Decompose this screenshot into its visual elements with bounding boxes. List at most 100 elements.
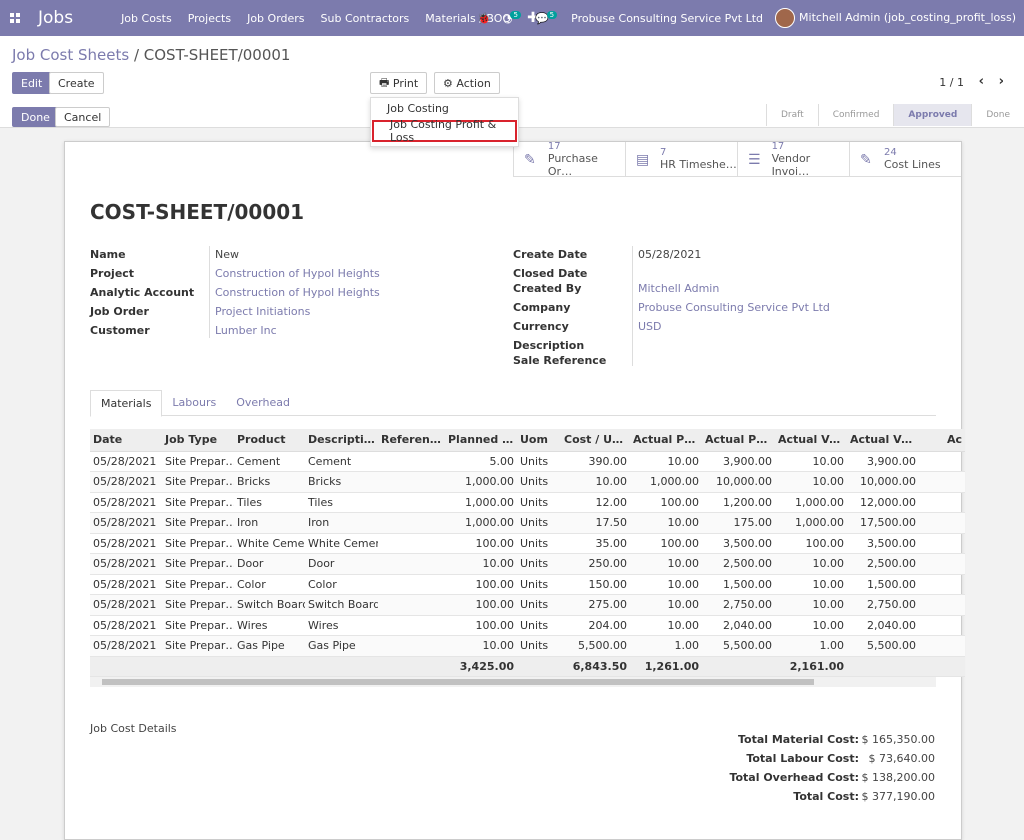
menu-job-orders[interactable]: Job Orders <box>239 12 312 25</box>
total-actual-purchase-qty: 1,261.00 <box>630 656 702 677</box>
tab-overhead[interactable]: Overhead <box>226 390 300 415</box>
table-cell: Site Prepar… <box>162 635 234 657</box>
field-value-analytic-account[interactable]: Construction of Hypol Heights <box>215 286 380 299</box>
smart-button-purchase-orders[interactable]: ✎ 17 Purchase Or… <box>513 141 625 178</box>
bug-icon[interactable]: 🐞 <box>477 12 491 25</box>
scrollbar-thumb[interactable] <box>102 679 814 685</box>
table-row[interactable]: 05/28/2021 Site Prepar… Iron Iron 1,000.00 Un… <box>90 512 965 534</box>
breadcrumb-parent[interactable]: Job Cost Sheets <box>12 46 129 64</box>
column-header[interactable]: Actual Pur… <box>702 429 775 452</box>
horizontal-scrollbar[interactable] <box>90 677 936 687</box>
print-item-profit-loss[interactable]: Job Costing Profit & Loss <box>372 118 517 144</box>
column-header[interactable]: Planned Qt… <box>445 429 517 452</box>
field-value-company[interactable]: Probuse Consulting Service Pvt Ltd <box>638 301 830 314</box>
table-cell: 390.00 <box>561 451 630 472</box>
gear-icon: ⚙ <box>443 76 457 90</box>
apps-menu-icon[interactable] <box>0 0 30 36</box>
table-row[interactable]: 05/28/2021 Site Prepar… Bricks Bricks 1,000.… <box>90 471 965 493</box>
company-switcher[interactable]: Probuse Consulting Service Pvt Ltd <box>571 12 763 25</box>
tab-materials[interactable]: Materials <box>90 390 163 417</box>
table-row[interactable]: 05/28/2021 Site Prepar… Door Door 10.00 Units… <box>90 553 965 575</box>
print-button[interactable]: 🖶 Print <box>370 72 428 94</box>
table-cell <box>378 492 445 513</box>
table-cell: Switch Board <box>305 594 378 616</box>
pager-value[interactable]: 1 / 1 <box>939 76 964 89</box>
table-cell: Units <box>517 553 561 575</box>
table-cell: Units <box>517 574 561 595</box>
table-cell: 05/28/2021 <box>90 594 162 616</box>
table-cell: Units <box>517 594 561 616</box>
app-title[interactable]: Jobs <box>38 8 73 28</box>
table-footer: 3,425.00 6,843.50 1,261.00 2,161.00 <box>90 656 965 677</box>
print-label: Print <box>392 76 419 90</box>
table-cell <box>378 615 445 636</box>
table-cell <box>919 533 965 554</box>
column-header[interactable]: Job Type <box>162 429 234 452</box>
table-cell: 3,900.00 <box>702 451 775 472</box>
menu-projects[interactable]: Projects <box>180 12 239 25</box>
table-cell: Site Prepar… <box>162 533 234 554</box>
table-cell <box>378 594 445 616</box>
column-header[interactable]: Product <box>234 429 305 452</box>
chat-icon[interactable]: 💬5 <box>535 10 559 25</box>
edit-button[interactable]: Edit <box>12 72 52 94</box>
done-button[interactable]: Done <box>12 107 59 127</box>
table-cell: Site Prepar… <box>162 594 234 616</box>
column-header[interactable]: Uom <box>517 429 561 452</box>
column-header[interactable]: Date <box>90 429 162 452</box>
menu-sub-contractors[interactable]: Sub Contractors <box>313 12 418 25</box>
field-value-job-order[interactable]: Project Initiations <box>215 305 310 318</box>
activity-icon[interactable]: ◔5 <box>503 10 523 25</box>
table-cell: 175.00 <box>702 512 775 534</box>
column-header[interactable]: Actual Ven… <box>847 429 919 452</box>
table-cell: Site Prepar… <box>162 615 234 636</box>
table-row[interactable]: 05/28/2021 Site Prepar… Tiles Tiles 1,000.00… <box>90 492 965 513</box>
table-cell: 2,040.00 <box>702 615 775 636</box>
status-confirmed[interactable]: Confirmed <box>817 104 894 126</box>
status-approved[interactable]: Approved <box>893 104 972 126</box>
table-row[interactable]: 05/28/2021Site Prepar…White CementWhite … <box>90 533 965 554</box>
column-header[interactable]: Cost / Unit <box>561 429 630 452</box>
table-row[interactable]: 05/28/2021 Site Prepar… Cement Cement 5.00 Un… <box>90 451 965 472</box>
table-cell: 100.00 <box>445 574 517 595</box>
action-label: Action <box>456 76 491 90</box>
smart-button-vendor-invoices[interactable]: ☰ 17 Vendor Invoi… <box>737 141 849 178</box>
total-cost-label: Total Cost: <box>793 790 859 803</box>
table-cell: White Cement <box>305 533 378 554</box>
smart-button-timesheets[interactable]: ▤ 7 HR Timeshe… <box>625 142 737 176</box>
table-row[interactable]: 05/28/2021 Site Prepar… Switch Board Switch… <box>90 594 965 616</box>
chevron-left-icon[interactable]: ‹ <box>979 74 984 89</box>
table-row[interactable]: 05/28/2021 Site Prepar… Gas Pipe Gas Pipe 10… <box>90 635 965 657</box>
table-cell: 2,750.00 <box>847 594 919 616</box>
smart-button-cost-lines[interactable]: ✎ 24 Cost Lines <box>849 142 961 176</box>
column-header[interactable]: Reference <box>378 429 445 452</box>
table-cell: Units <box>517 635 561 657</box>
table-cell: Units <box>517 471 561 493</box>
table-cell: Site Prepar… <box>162 553 234 575</box>
tab-labours[interactable]: Labours <box>162 390 226 415</box>
action-button[interactable]: ⚙ Action <box>434 72 500 94</box>
table-row[interactable]: 05/28/2021 Site Prepar… Wires Wires 100.00 Un… <box>90 615 965 636</box>
column-header[interactable]: Actual Pur… <box>630 429 702 452</box>
field-value-currency[interactable]: USD <box>638 320 662 333</box>
field-value-created-by[interactable]: Mitchell Admin <box>638 282 719 295</box>
table-cell: 10.00 <box>630 615 702 636</box>
table-cell: 10.00 <box>561 471 630 493</box>
table-cell <box>919 574 965 595</box>
user-menu[interactable]: Mitchell Admin (job_costing_profit_loss) <box>775 8 1016 28</box>
column-header[interactable]: Actual Ven… <box>775 429 847 452</box>
column-header[interactable]: Ac <box>919 429 965 452</box>
status-done[interactable]: Done <box>971 104 1024 126</box>
create-button[interactable]: Create <box>49 72 104 94</box>
field-value-project[interactable]: Construction of Hypol Heights <box>215 267 380 280</box>
field-value-customer[interactable]: Lumber Inc <box>215 324 277 337</box>
print-item-job-costing[interactable]: Job Costing <box>371 98 518 118</box>
chevron-right-icon[interactable]: › <box>999 74 1004 89</box>
menu-job-costs[interactable]: Job Costs <box>113 12 180 25</box>
status-draft[interactable]: Draft <box>766 104 818 126</box>
table-header: Date Job Type Product Descriptio… Reference P… <box>90 429 965 452</box>
table-row[interactable]: 05/28/2021 Site Prepar… Color Color 100.00 Un… <box>90 574 965 595</box>
column-header[interactable]: Descriptio… <box>305 429 378 452</box>
smart-label: Cost Lines <box>884 158 941 171</box>
cancel-button[interactable]: Cancel <box>55 107 111 127</box>
